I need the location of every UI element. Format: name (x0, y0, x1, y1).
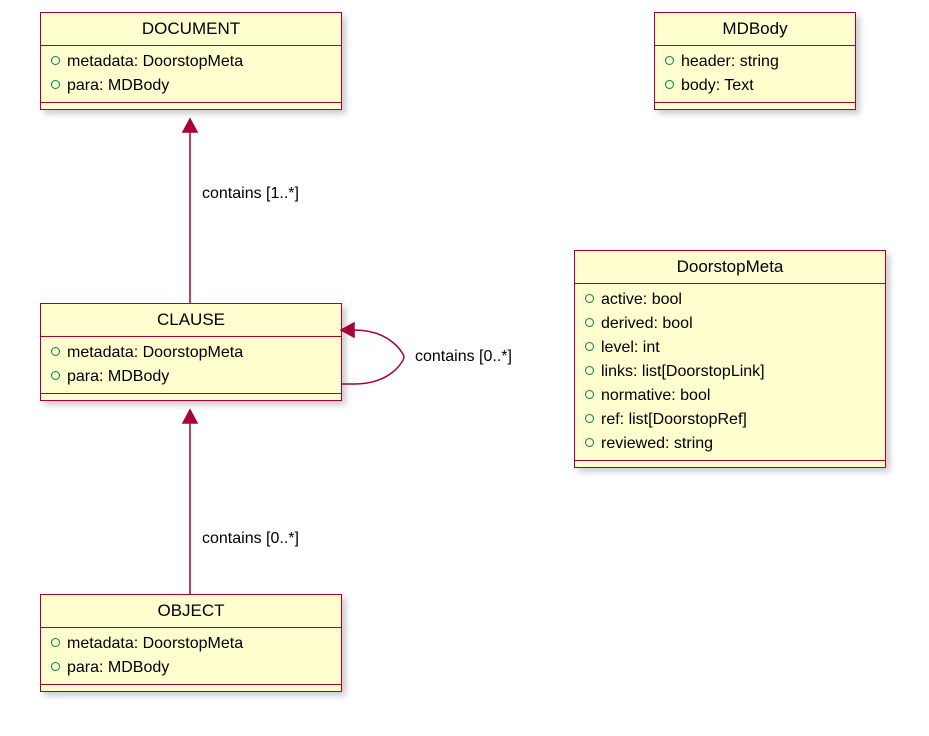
edge-document-clause (183, 119, 197, 303)
class-body: metadata: DoorstopMeta para: MDBody (41, 46, 341, 103)
class-title: DOCUMENT (41, 13, 341, 46)
class-title: OBJECT (41, 595, 341, 628)
edge-clause-self (341, 323, 404, 384)
attr: metadata: DoorstopMeta (51, 50, 331, 74)
class-title: MDBody (655, 13, 855, 46)
edge-label-clause-self: contains [0..*] (415, 348, 512, 366)
attr: para: MDBody (51, 656, 331, 680)
attr: para: MDBody (51, 365, 331, 389)
class-body: active: bool derived: bool level: int li… (575, 284, 885, 461)
edge-label-clause-object: contains [0..*] (202, 530, 299, 548)
class-mdbody: MDBody header: string body: Text (654, 12, 856, 110)
attr: links: list[DoorstopLink] (585, 360, 875, 384)
class-document: DOCUMENT metadata: DoorstopMeta para: MD… (40, 12, 342, 110)
class-title: CLAUSE (41, 304, 341, 337)
attr: derived: bool (585, 312, 875, 336)
class-clause: CLAUSE metadata: DoorstopMeta para: MDBo… (40, 303, 342, 401)
attr: body: Text (665, 74, 845, 98)
edge-label-document-clause: contains [1..*] (202, 185, 299, 203)
class-body: metadata: DoorstopMeta para: MDBody (41, 337, 341, 394)
class-title: DoorstopMeta (575, 251, 885, 284)
class-doorstopmeta: DoorstopMeta active: bool derived: bool … (574, 250, 886, 468)
class-body: header: string body: Text (655, 46, 855, 103)
attr: header: string (665, 50, 845, 74)
attr: ref: list[DoorstopRef] (585, 408, 875, 432)
attr: reviewed: string (585, 432, 875, 456)
class-body: metadata: DoorstopMeta para: MDBody (41, 628, 341, 685)
attr: metadata: DoorstopMeta (51, 632, 331, 656)
attr: normative: bool (585, 384, 875, 408)
attr: active: bool (585, 288, 875, 312)
attr: para: MDBody (51, 74, 331, 98)
attr: level: int (585, 336, 875, 360)
class-object: OBJECT metadata: DoorstopMeta para: MDBo… (40, 594, 342, 692)
attr: metadata: DoorstopMeta (51, 341, 331, 365)
edge-clause-object (183, 410, 197, 594)
